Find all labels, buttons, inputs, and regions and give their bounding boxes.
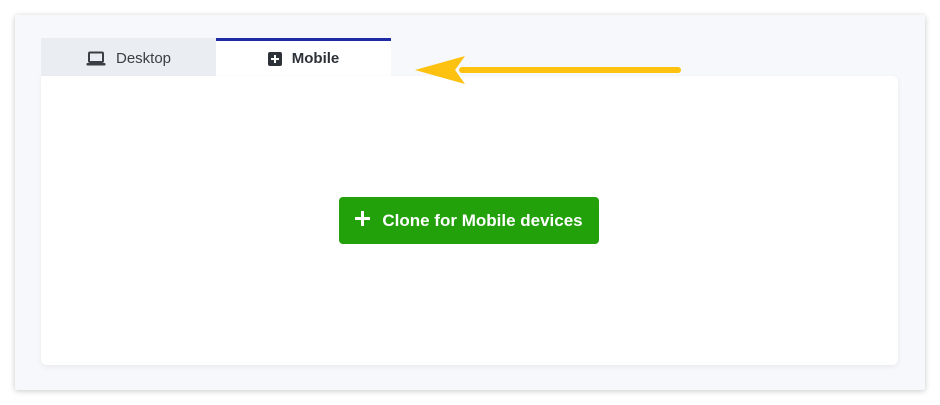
clone-for-mobile-button[interactable]: Clone for Mobile devices	[339, 197, 599, 244]
plus-square-icon	[267, 51, 282, 66]
device-tabs: Desktop Mobile	[41, 38, 391, 76]
tab-desktop[interactable]: Desktop	[41, 38, 216, 76]
tab-content-panel: Clone for Mobile devices	[41, 76, 898, 365]
tab-mobile[interactable]: Mobile	[216, 38, 391, 76]
tab-desktop-label: Desktop	[115, 50, 172, 67]
clone-button-label: Clone for Mobile devices	[382, 210, 583, 230]
tab-mobile-label: Mobile	[291, 50, 340, 67]
editor-frame: Desktop Mobile Clone for Mobile devices	[15, 15, 925, 390]
plus-icon	[355, 210, 371, 231]
annotation-arrow-icon	[415, 56, 681, 84]
laptop-icon	[86, 51, 106, 67]
